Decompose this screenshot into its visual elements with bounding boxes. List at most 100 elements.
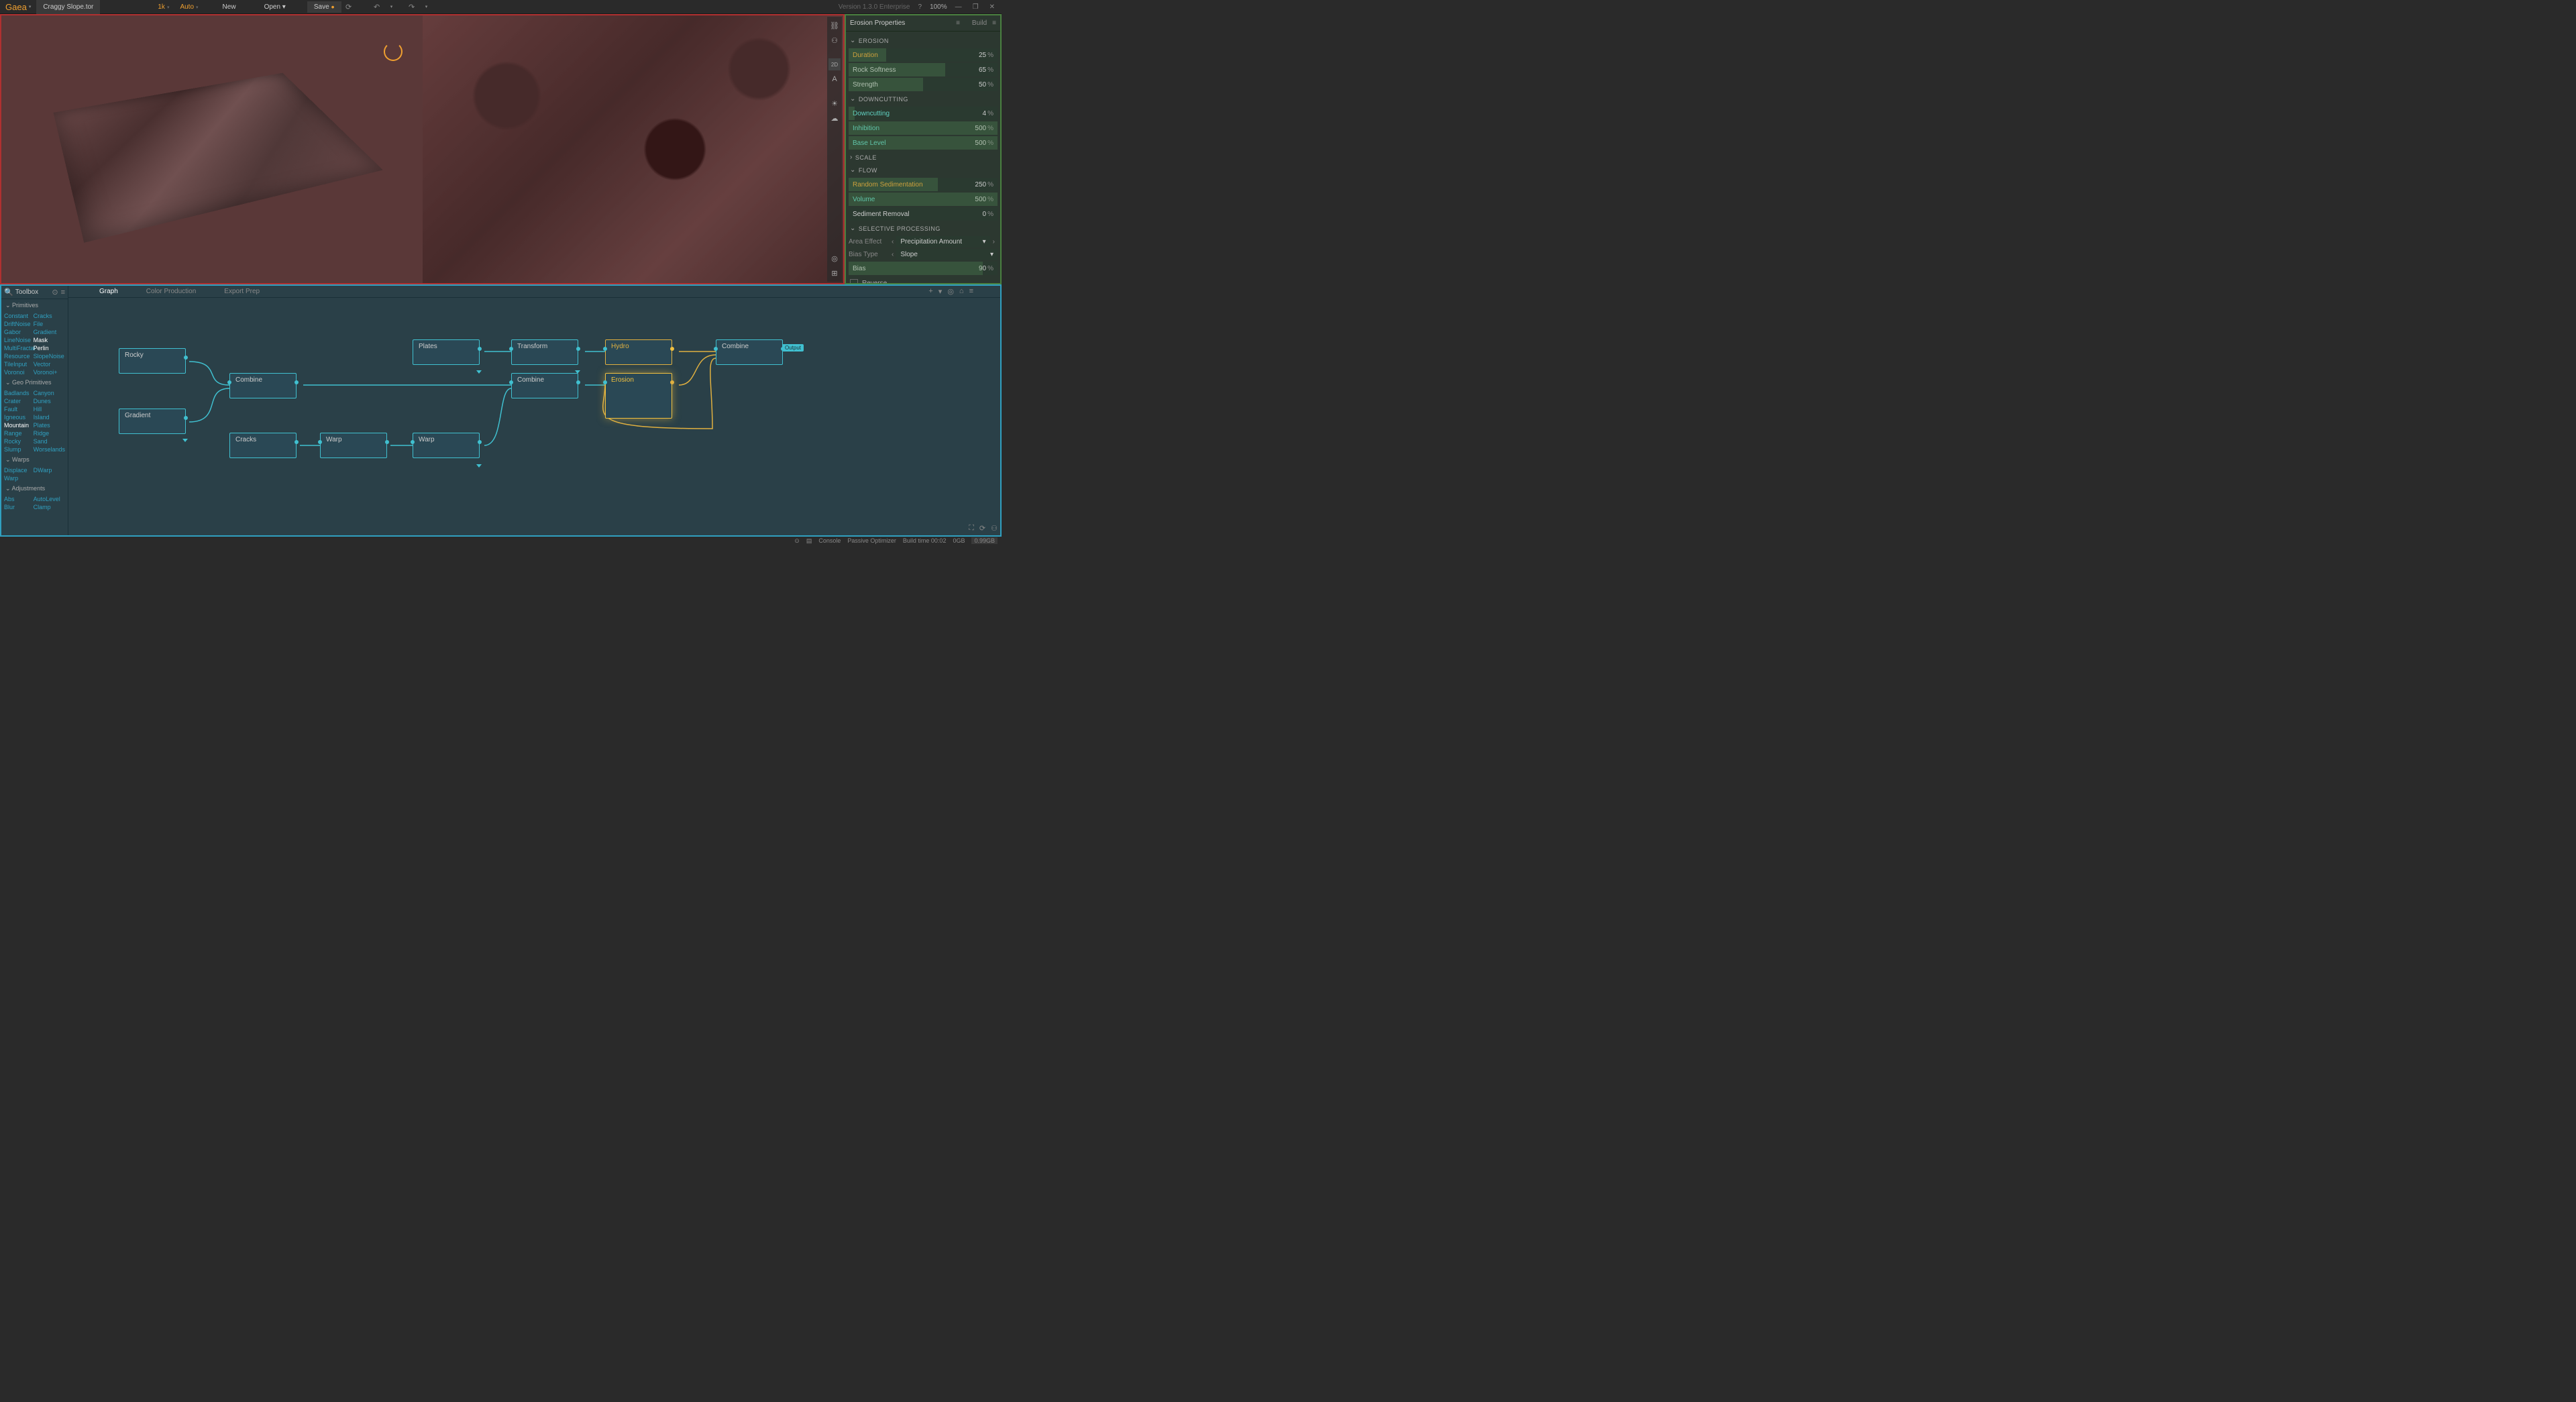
node-warp-1[interactable]: Warp [320,433,387,458]
toolbox-item-range[interactable]: Range [4,429,34,437]
app-menu[interactable]: Gaea [0,2,36,12]
home-icon[interactable]: ⌂ [959,287,964,296]
sun-icon[interactable]: ☀ [828,97,841,109]
save-button[interactable]: Save• [307,1,341,13]
section-scale[interactable]: SCALE [849,151,998,164]
toolbox-item-ridge[interactable]: Ridge [34,429,63,437]
toolbox-item-cracks[interactable]: Cracks [34,312,63,320]
area-effect-select[interactable]: Precipitation Amount▾ [896,236,989,248]
tab-graph[interactable]: Graph [95,286,122,296]
section-primitives[interactable]: Primitives [1,299,68,312]
toolbox-item-perlin[interactable]: Perlin [34,344,63,352]
toolbox-item-autolevel[interactable]: AutoLevel [34,495,63,503]
toolbox-item-sand[interactable]: Sand [34,437,63,445]
link-icon[interactable]: ⛓ [828,19,841,32]
toolbox-item-mask[interactable]: Mask [34,336,63,344]
toolbox-item-rocky[interactable]: Rocky [4,437,34,445]
toolbox-item-vector[interactable]: Vector [34,360,63,368]
toolbox-item-clamp[interactable]: Clamp [34,503,63,511]
viewport-2d[interactable] [423,15,844,283]
section-warps[interactable]: Warps [1,453,68,466]
toolbox-search-icon[interactable]: 🔍 [4,288,13,296]
toolbox-item-gradient[interactable]: Gradient [34,328,63,336]
toolbox-item-slump[interactable]: Slump [4,445,34,453]
maximize-icon[interactable]: ❐ [970,3,981,11]
toolbox-item-dunes[interactable]: Dunes [34,397,63,405]
node-gradient[interactable]: Gradient [119,409,186,434]
node-warp-2[interactable]: Warp [413,433,480,458]
bias-type-select[interactable]: Slope▾ [896,249,998,260]
toolbox-item-warp[interactable]: Warp [4,474,34,482]
node-erosion[interactable]: Erosion [605,373,672,419]
target-icon[interactable]: ◎ [828,252,841,264]
toolbox-item-resource[interactable]: Resource [4,352,34,360]
section-adjustments[interactable]: Adjustments [1,482,68,495]
section-downcutting[interactable]: DOWNCUTTING [849,93,998,105]
toolbox-item-canyon[interactable]: Canyon [34,389,63,397]
toolbox-toggle-icon[interactable]: ⊙ [52,288,58,296]
toolbox-item-voronoi[interactable]: Voronoi [4,368,34,376]
toolbox-item-abs[interactable]: Abs [4,495,34,503]
toolbox-item-hill[interactable]: Hill [34,405,63,413]
dropdown-icon[interactable]: ▾ [938,287,943,296]
help-icon[interactable]: ? [916,3,925,11]
props-menu-icon[interactable]: ≡ [956,19,960,27]
add-node-icon[interactable]: + [928,287,932,296]
toolbox-item-constant[interactable]: Constant [4,312,34,320]
zoom-dropdown[interactable]: 100% [930,3,947,11]
toolbox-item-voronoi+[interactable]: Voronoi+ [34,368,63,376]
section-flow[interactable]: FLOW [849,164,998,176]
reverse-checkbox[interactable] [850,279,858,283]
toolbox-item-multifractal[interactable]: MultiFractal [4,344,34,352]
tab-export-prep[interactable]: Export Prep [220,286,264,296]
node-plates[interactable]: Plates [413,339,480,365]
graph-menu-icon[interactable]: ≡ [969,287,973,296]
toolbox-item-crater[interactable]: Crater [4,397,34,405]
prop-rock-softness[interactable]: Rock Softness65% [849,63,998,76]
toolbox-item-slopenoise[interactable]: SlopeNoise [34,352,63,360]
target-icon[interactable]: ◎ [947,287,954,296]
status-icon[interactable]: ⊙ [794,537,800,545]
toolbox-item-displace[interactable]: Displace [4,466,34,474]
grid-icon[interactable]: ⊞ [828,267,841,279]
prop-duration[interactable]: Duration25% [849,48,998,62]
status-layers-icon[interactable]: ▤ [806,537,812,545]
resolution-dropdown[interactable]: 1k [154,3,173,11]
toolbox-menu-icon[interactable]: ≡ [61,288,65,296]
prop-downcutting[interactable]: Downcutting4% [849,107,998,120]
open-button[interactable]: Open ▾ [258,1,292,13]
bias-slider[interactable]: Bias 90% [849,262,998,275]
toolbox-item-tileinput[interactable]: TileInput [4,360,34,368]
build-menu-icon[interactable]: ≡ [992,19,996,27]
person-icon[interactable]: ⚇ [991,524,998,533]
toolbox-item-badlands[interactable]: Badlands [4,389,34,397]
redo-dropdown-icon[interactable]: ▾ [419,1,434,13]
redo-icon[interactable]: ↷ [405,1,419,13]
filename[interactable]: Craggy Slope.tor [36,0,100,14]
build-tab[interactable]: Build [967,18,992,28]
toolbox-item-gabor[interactable]: Gabor [4,328,34,336]
prop-sediment-removal[interactable]: Sediment Removal0% [849,207,998,221]
bias-type-prev-icon[interactable]: ‹ [889,251,896,258]
toolbox-item-island[interactable]: Island [34,413,63,421]
graph-canvas[interactable]: Rocky Gradient Combine Cracks Warp Warp … [68,298,1000,535]
toolbox-item-plates[interactable]: Plates [34,421,63,429]
section-geo-primitives[interactable]: Geo Primitives [1,376,68,389]
prop-strength[interactable]: Strength50% [849,78,998,91]
undo-icon[interactable]: ↶ [370,1,384,13]
text-icon[interactable]: A [828,73,841,85]
user-icon[interactable]: ⚇ [828,34,841,46]
cloud-icon[interactable]: ☁ [828,112,841,124]
area-effect-next-icon[interactable]: › [990,238,998,246]
prop-base-level[interactable]: Base Level500% [849,136,998,150]
toolbox-item-blur[interactable]: Blur [4,503,34,511]
save-options-icon[interactable]: ⟳ [341,1,356,13]
section-erosion[interactable]: EROSION [849,34,998,47]
tab-color-production[interactable]: Color Production [142,286,200,296]
toolbox-item-worselands[interactable]: Worselands [34,445,63,453]
toolbox-item-dwarp[interactable]: DWarp [34,466,63,474]
toolbox-item-linenoise[interactable]: LineNoise [4,336,34,344]
section-selective-processing[interactable]: SELECTIVE PROCESSING [849,222,998,235]
node-cracks[interactable]: Cracks [229,433,297,458]
toolbox-item-driftnoise[interactable]: DriftNoise [4,320,34,328]
